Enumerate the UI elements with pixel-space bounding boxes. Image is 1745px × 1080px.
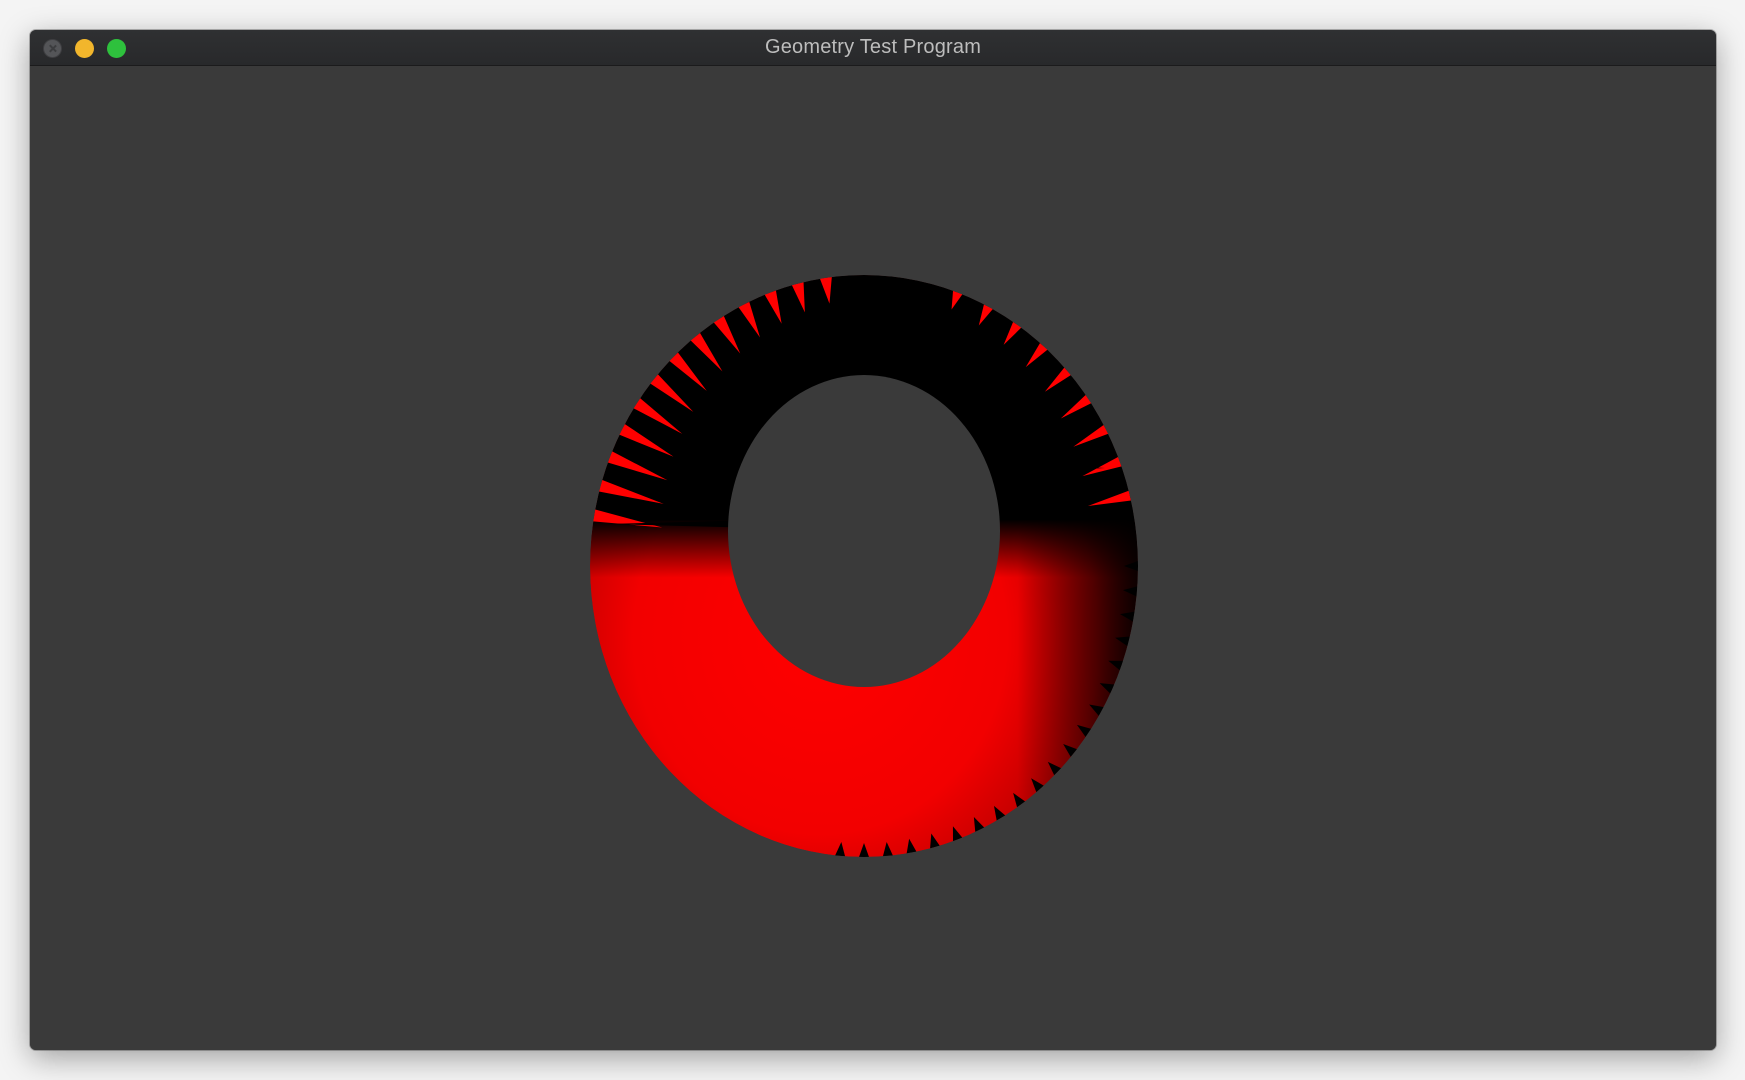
title-bar[interactable]: Geometry Test Program <box>30 30 1716 66</box>
app-window: Geometry Test Program <box>30 30 1716 1050</box>
window-title: Geometry Test Program <box>764 36 982 58</box>
close-button[interactable] <box>43 39 62 58</box>
minimize-button[interactable] <box>75 39 94 58</box>
window-controls <box>43 39 126 58</box>
render-viewport[interactable] <box>30 66 1716 1050</box>
torus-object <box>590 275 1138 857</box>
zoom-button[interactable] <box>107 39 126 58</box>
scene-canvas <box>590 275 1138 857</box>
